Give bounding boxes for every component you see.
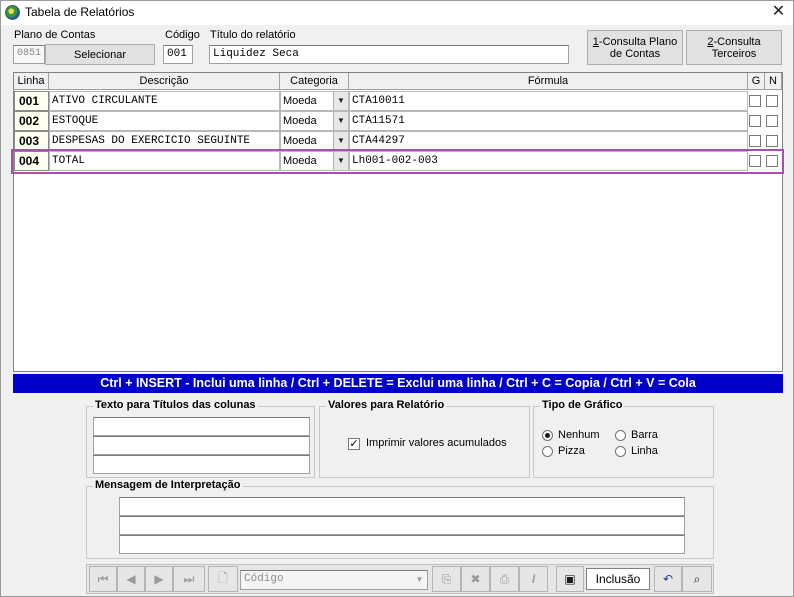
copy-record-icon[interactable]: ⎘ bbox=[432, 566, 461, 592]
cell-formula[interactable]: CTA11571 bbox=[349, 111, 748, 131]
close-button[interactable]: ✕ bbox=[764, 1, 793, 23]
categoria-value: Moeda bbox=[283, 135, 317, 147]
categoria-value: Moeda bbox=[283, 115, 317, 127]
binoculars-icon[interactable]: ⌕ bbox=[682, 566, 712, 592]
imprimir-acumulados-label: Imprimir valores acumulados bbox=[366, 437, 507, 449]
chevron-down-icon[interactable]: ▼ bbox=[333, 132, 348, 150]
radio-barra-label: Barra bbox=[631, 429, 658, 441]
cell-descricao[interactable]: ESTOQUE bbox=[49, 111, 280, 131]
titulos-colunas-group: Texto para Títulos das colunas bbox=[86, 399, 315, 478]
cell-formula[interactable]: CTA44297 bbox=[349, 131, 748, 151]
report-lines-grid[interactable]: Linha Descrição Categoria Fórmula G N 00… bbox=[13, 72, 783, 372]
consulta-plano-label: -Consulta Plano bbox=[598, 35, 678, 48]
tipo-grafico-group: Tipo de Gráfico Nenhum Barra Pizza Linha bbox=[533, 399, 714, 478]
consulta-terceiros-label2: Terceiros bbox=[711, 47, 757, 60]
radio-linha[interactable] bbox=[615, 446, 626, 457]
titulo-coluna-field[interactable] bbox=[93, 436, 310, 455]
cell-categoria[interactable]: Moeda ▼ bbox=[280, 131, 349, 151]
column-header-linha: Linha bbox=[14, 73, 49, 90]
imprimir-acumulados-checkbox[interactable]: ✓ bbox=[348, 438, 360, 450]
plano-de-contas-field: 0851 bbox=[13, 45, 45, 64]
last-record-icon[interactable]: ⏭ bbox=[173, 566, 205, 592]
codigo-label: Código bbox=[165, 29, 200, 41]
titulo-field[interactable]: Liquidez Seca bbox=[209, 45, 569, 64]
radio-barra[interactable] bbox=[615, 430, 626, 441]
tipo-grafico-label: Tipo de Gráfico bbox=[540, 399, 625, 411]
undo-icon[interactable]: ↶ bbox=[654, 566, 682, 592]
titulos-colunas-label: Texto para Títulos das colunas bbox=[93, 399, 258, 411]
cell-linha: 003 bbox=[14, 131, 49, 151]
consulta-terceiros-label: -Consulta bbox=[713, 35, 761, 48]
chevron-down-icon[interactable]: ▼ bbox=[333, 112, 348, 130]
mensagem-interpretacao-group: Mensagem de Interpretação bbox=[86, 479, 714, 559]
radio-pizza-label: Pizza bbox=[558, 445, 585, 457]
cell-linha: 001 bbox=[14, 91, 49, 111]
valores-relatorio-group: Valores para Relatório ✓ Imprimir valore… bbox=[319, 399, 530, 478]
column-header-formula: Fórmula bbox=[349, 73, 748, 90]
consulta-terceiros-button[interactable]: 2-Consulta Terceiros bbox=[686, 30, 782, 65]
table-row[interactable]: 002 ESTOQUE Moeda ▼ CTA11571 bbox=[14, 111, 782, 131]
italic-icon[interactable]: I bbox=[519, 566, 548, 592]
cell-descricao[interactable]: ATIVO CIRCULANTE bbox=[49, 91, 280, 111]
selecionar-button[interactable]: Selecionar bbox=[45, 44, 155, 65]
titulo-coluna-field[interactable] bbox=[93, 455, 310, 474]
previous-record-icon[interactable]: ◀ bbox=[117, 566, 145, 592]
next-record-icon[interactable]: ▶ bbox=[145, 566, 173, 592]
column-header-categoria: Categoria bbox=[280, 73, 349, 90]
codigo-search-combo[interactable]: Código bbox=[240, 570, 428, 590]
table-row[interactable]: 001 ATIVO CIRCULANTE Moeda ▼ CTA10011 bbox=[14, 91, 782, 111]
mensagem-interpretacao-label: Mensagem de Interpretação bbox=[93, 479, 243, 491]
titulo-coluna-field[interactable] bbox=[93, 417, 310, 436]
cell-categoria[interactable]: Moeda ▼ bbox=[280, 91, 349, 111]
categoria-value: Moeda bbox=[283, 95, 317, 107]
shortcuts-hint-bar: Ctrl + INSERT - Inclui uma linha / Ctrl … bbox=[13, 374, 783, 393]
checkbox-n[interactable] bbox=[766, 95, 778, 107]
codigo-field[interactable]: 001 bbox=[163, 45, 193, 64]
radio-linha-label: Linha bbox=[631, 445, 658, 457]
checkbox-g[interactable] bbox=[749, 115, 761, 127]
chevron-down-icon[interactable]: ▼ bbox=[412, 571, 427, 589]
radio-nenhum[interactable] bbox=[542, 430, 553, 441]
delete-record-icon[interactable]: ✖ bbox=[461, 566, 490, 592]
mode-indicator: Inclusão bbox=[586, 568, 650, 590]
selected-row-highlight bbox=[11, 149, 784, 174]
window-title: Tabela de Relatórios bbox=[25, 5, 135, 19]
mensagem-line-field[interactable] bbox=[119, 516, 685, 535]
cell-categoria[interactable]: Moeda ▼ bbox=[280, 111, 349, 131]
app-icon bbox=[5, 5, 20, 20]
valores-relatorio-label: Valores para Relatório bbox=[326, 399, 447, 411]
table-row[interactable]: 003 DESPESAS DO EXERCICIO SEGUINTE Moeda… bbox=[14, 131, 782, 151]
save-icon[interactable]: ▣ bbox=[556, 566, 584, 592]
consulta-plano-button[interactable]: 1-Consulta Plano de Contas bbox=[587, 30, 683, 65]
plano-de-contas-label: Plano de Contas bbox=[14, 29, 96, 41]
chevron-down-icon[interactable]: ▼ bbox=[333, 92, 348, 110]
consulta-plano-label2: de Contas bbox=[609, 47, 661, 60]
cell-linha: 002 bbox=[14, 111, 49, 131]
column-header-descricao: Descrição bbox=[49, 73, 280, 90]
column-header-g: G bbox=[748, 73, 765, 90]
first-record-icon[interactable]: ⏮ bbox=[89, 566, 117, 592]
mensagem-line-field[interactable] bbox=[119, 535, 685, 554]
checkbox-g[interactable] bbox=[749, 135, 761, 147]
column-header-n: N bbox=[765, 73, 782, 90]
cell-descricao[interactable]: DESPESAS DO EXERCICIO SEGUINTE bbox=[49, 131, 280, 151]
checkbox-n[interactable] bbox=[766, 115, 778, 127]
radio-pizza[interactable] bbox=[542, 446, 553, 457]
cell-formula[interactable]: CTA10011 bbox=[349, 91, 748, 111]
mensagem-line-field[interactable] bbox=[119, 497, 685, 516]
new-document-icon[interactable]: 🗋 bbox=[208, 566, 238, 592]
titulo-label: Título do relatório bbox=[210, 29, 296, 41]
checkbox-n[interactable] bbox=[766, 135, 778, 147]
checkbox-g[interactable] bbox=[749, 95, 761, 107]
radio-nenhum-label: Nenhum bbox=[558, 429, 600, 441]
print-icon[interactable]: ⎙ bbox=[490, 566, 519, 592]
